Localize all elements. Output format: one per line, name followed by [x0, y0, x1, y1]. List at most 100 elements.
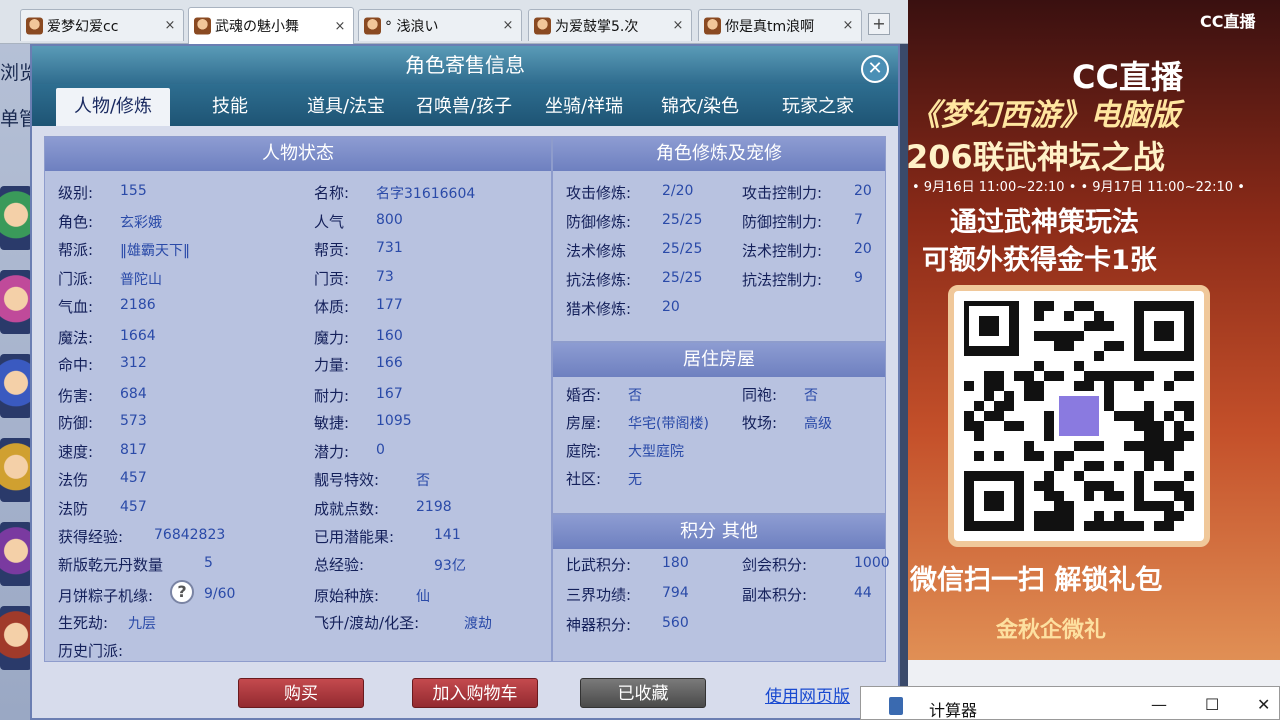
cultivation-label: 法术修炼 [566, 242, 627, 260]
qr-module [994, 371, 1004, 381]
add-to-cart-button[interactable]: 加入购物车 [412, 678, 538, 708]
tab-outfits-dye[interactable]: 锦衣/染色 [650, 88, 750, 126]
qr-module [1024, 391, 1034, 401]
qr-module [1154, 431, 1164, 441]
qr-module [1044, 421, 1054, 431]
qr-module [1114, 341, 1124, 351]
qr-module [1084, 441, 1094, 451]
tab-character-cultivation[interactable]: 人物/修炼 [56, 88, 170, 126]
tab-close-icon[interactable]: × [501, 18, 515, 33]
character-avatar[interactable] [0, 270, 32, 334]
calculator-window[interactable]: 计算器 — ☐ ✕ [860, 686, 1280, 720]
housing-value: 华宅(带阁楼) [628, 416, 709, 432]
qr-module [994, 411, 1004, 421]
qr-module [1034, 391, 1044, 401]
qr-module [1004, 421, 1014, 431]
housing-value: 无 [628, 472, 642, 488]
help-icon[interactable]: ? [170, 580, 194, 604]
character-avatar[interactable] [0, 606, 32, 670]
ad-gift-text: 金秋企微礼 [996, 618, 1107, 643]
tab-skills[interactable]: 技能 [180, 88, 280, 126]
tab-close-icon[interactable]: × [163, 18, 177, 33]
qr-module [1104, 491, 1114, 501]
qr-module [1104, 321, 1114, 331]
tab-player-home[interactable]: 玩家之家 [768, 88, 868, 126]
tab-close-icon[interactable]: × [671, 18, 685, 33]
status-label: 魔力: [314, 329, 350, 347]
points-label: 副本积分: [742, 586, 808, 604]
status-value: 166 [376, 355, 403, 371]
tab-close-icon[interactable]: × [333, 19, 347, 34]
use-web-version-link[interactable]: 使用网页版 [765, 682, 850, 707]
qr-module [1084, 371, 1094, 381]
qr-module [1164, 481, 1174, 491]
tab-favicon-icon [26, 17, 43, 34]
qr-module [974, 401, 984, 411]
calculator-title: 计算器 [929, 701, 978, 720]
character-avatar[interactable] [0, 354, 32, 418]
housing-label: 婚否: [566, 386, 602, 404]
status-label: 帮贡: [314, 241, 350, 259]
qr-module [1064, 311, 1074, 321]
qr-module [1054, 511, 1064, 521]
tab-items-treasures[interactable]: 道具/法宝 [296, 88, 396, 126]
cultivation-value: 9 [854, 270, 863, 286]
qr-module [1044, 431, 1054, 441]
ad-line-1: 通过武神策玩法 [950, 207, 1139, 238]
browser-tab-0[interactable]: 爱梦幻爱cc × [20, 9, 184, 41]
qr-module [1184, 371, 1194, 381]
qr-module [1034, 451, 1044, 461]
close-button[interactable]: ✕ [1257, 695, 1270, 714]
status-value: 9/60 [204, 586, 236, 602]
qr-module [1134, 441, 1144, 451]
browser-tab-3[interactable]: 为爱鼓掌5.次 × [528, 9, 692, 41]
status-value: 5 [204, 555, 213, 571]
status-label: 气血: [58, 298, 94, 316]
cultivation-label: 法术控制力: [742, 242, 823, 260]
qr-module [1114, 491, 1124, 501]
browser-tab-2[interactable]: ° 浅浪い × [358, 9, 522, 41]
tab-close-icon[interactable]: × [841, 18, 855, 33]
tab-pets-children[interactable]: 召唤兽/孩子 [406, 88, 522, 126]
points-label: 三界功绩: [566, 586, 632, 604]
buy-button[interactable]: 购买 [238, 678, 364, 708]
toolbar-strip [908, 660, 1280, 686]
dialog-tab-row: 人物/修炼 技能 道具/法宝 召唤兽/孩子 坐骑/祥瑞 锦衣/染色 玩家之家 [32, 84, 898, 126]
collected-button[interactable]: 已收藏 [580, 678, 706, 708]
minimize-button[interactable]: — [1151, 695, 1167, 714]
tab-mounts[interactable]: 坐骑/祥瑞 [532, 88, 636, 126]
qr-module [1054, 491, 1064, 501]
status-label: 月饼粽子机缘: [58, 587, 154, 605]
qr-module [1084, 381, 1094, 391]
character-avatar[interactable] [0, 438, 32, 502]
qr-module [1154, 451, 1164, 461]
browser-tab-1[interactable]: 武魂の魅小舞 × [188, 7, 354, 44]
qr-module [1014, 371, 1024, 381]
points-value: 1000 [854, 555, 890, 571]
qr-module [1074, 441, 1084, 451]
qr-module [994, 451, 1004, 461]
qr-module [1164, 441, 1174, 451]
qr-module [1124, 371, 1134, 381]
dialog-close-button[interactable]: ✕ [861, 55, 889, 83]
qr-module [1184, 501, 1194, 511]
character-avatar[interactable] [0, 186, 32, 250]
panel-heading: 人物状态 [45, 137, 551, 171]
new-tab-button[interactable]: + [868, 13, 890, 35]
tab-favicon-icon [194, 17, 211, 35]
qr-module [1154, 521, 1164, 531]
qr-module [1074, 301, 1084, 311]
qr-module [1144, 371, 1154, 381]
character-avatar[interactable] [0, 522, 32, 586]
status-label: 飞升/渡劫/化圣: [314, 614, 420, 632]
qr-module [1064, 451, 1074, 461]
qr-module [1054, 451, 1064, 461]
dialog-title: 角色寄售信息 [32, 46, 898, 84]
browser-tab-4[interactable]: 你是真tm浪啊 × [698, 9, 862, 41]
qr-module [964, 411, 974, 421]
qr-module [1164, 521, 1174, 531]
points-value: 794 [662, 585, 689, 601]
maximize-button[interactable]: ☐ [1205, 695, 1219, 714]
housing-label: 同袍: [742, 386, 778, 404]
tab-label: ° 浅浪い [385, 18, 439, 35]
